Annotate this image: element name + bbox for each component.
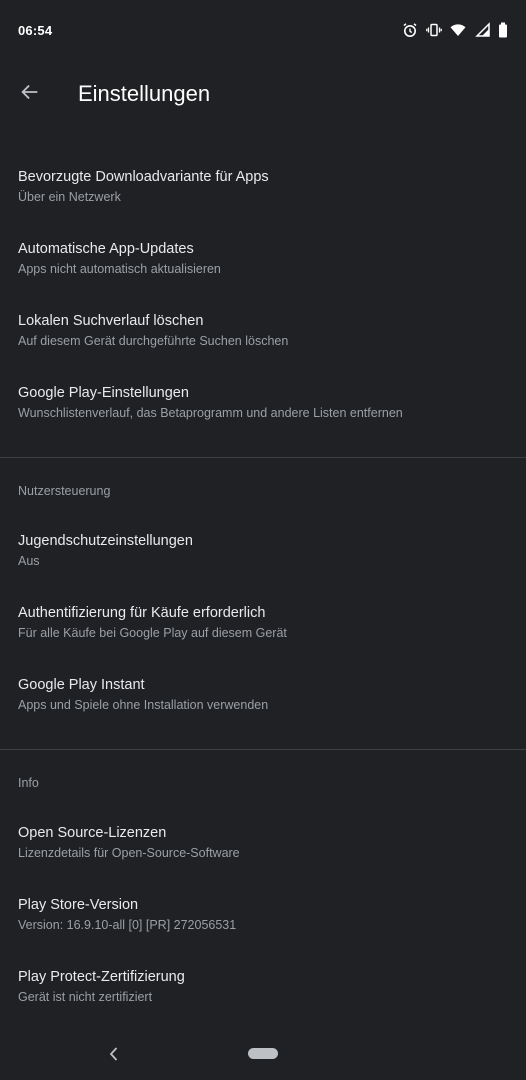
setting-title: Google Play Instant (18, 677, 145, 693)
section-label: Nutzersteuerung (18, 484, 111, 498)
setting-title: Lokalen Suchverlauf löschen (18, 313, 204, 329)
nav-back-icon (109, 1047, 118, 1061)
section-label: Info (18, 776, 39, 790)
setting-title: Play Protect-Zertifizierung (18, 969, 185, 985)
setting-title: Google Play-Einstellungen (18, 385, 189, 401)
vibrate-icon (426, 22, 442, 38)
setting-google-play-instant[interactable]: Google Play Instant Apps und Spiele ohne… (0, 650, 526, 722)
status-time: 06:54 (18, 23, 53, 38)
setting-clear-search-history[interactable]: Lokalen Suchverlauf löschen Auf diesem G… (0, 286, 526, 358)
setting-title: Authentifizierung für Käufe erforderlich (18, 605, 266, 621)
setting-subtitle: Apps nicht automatisch aktualisieren (18, 262, 221, 276)
setting-title: Play Store-Version (18, 897, 139, 913)
status-icons (402, 22, 508, 38)
setting-subtitle: Version: 16.9.10-all [0] [PR] 272056531 (18, 918, 237, 932)
home-pill-icon[interactable] (248, 1048, 278, 1059)
navigation-bar (0, 1030, 526, 1080)
section-header-user-controls: Nutzersteuerung (0, 458, 526, 506)
setting-play-protect-certification[interactable]: Play Protect-Zertifizierung Gerät ist ni… (0, 942, 526, 1014)
battery-icon (498, 22, 508, 38)
page-title: Einstellungen (78, 81, 211, 106)
setting-subtitle: Aus (18, 554, 40, 568)
setting-title: Automatische App-Updates (18, 241, 194, 257)
signal-icon (474, 22, 490, 38)
setting-parental-controls[interactable]: Jugendschutzeinstellungen Aus (0, 506, 526, 578)
setting-auto-updates[interactable]: Automatische App-Updates Apps nicht auto… (0, 214, 526, 286)
setting-subtitle: Apps und Spiele ohne Installation verwen… (18, 698, 269, 712)
back-button[interactable] (10, 72, 50, 112)
setting-subtitle: Lizenzdetails für Open-Source-Software (18, 846, 240, 860)
setting-title: Open Source-Lizenzen (18, 825, 167, 841)
setting-subtitle: Über ein Netzwerk (18, 190, 121, 204)
setting-play-store-version[interactable]: Play Store-Version Version: 16.9.10-all … (0, 870, 526, 942)
setting-subtitle: Gerät ist nicht zertifiziert (18, 990, 153, 1004)
nav-back-button[interactable] (104, 1044, 124, 1064)
setting-subtitle: Für alle Käufe bei Google Play auf diese… (18, 626, 287, 640)
setting-purchase-authentication[interactable]: Authentifizierung für Käufe erforderlich… (0, 578, 526, 650)
setting-title: Jugendschutzeinstellungen (18, 533, 193, 549)
setting-subtitle: Auf diesem Gerät durchgeführte Suchen lö… (18, 334, 289, 348)
arrow-back-icon (21, 84, 38, 100)
status-bar: 06:54 (0, 0, 526, 62)
app-bar: Einstellungen (0, 62, 526, 126)
wifi-icon (450, 22, 466, 38)
setting-subtitle: Wunschlistenverlauf, das Betaprogramm un… (18, 406, 403, 420)
setting-title: Bevorzugte Downloadvariante für Apps (18, 169, 269, 185)
settings-list: Bevorzugte Downloadvariante für Apps Übe… (0, 142, 526, 1014)
alarm-icon (402, 22, 418, 38)
section-header-info: Info (0, 750, 526, 798)
setting-download-preference[interactable]: Bevorzugte Downloadvariante für Apps Übe… (0, 142, 526, 214)
setting-google-play-settings[interactable]: Google Play-Einstellungen Wunschlistenve… (0, 358, 526, 430)
setting-open-source-licenses[interactable]: Open Source-Lizenzen Lizenzdetails für O… (0, 798, 526, 870)
